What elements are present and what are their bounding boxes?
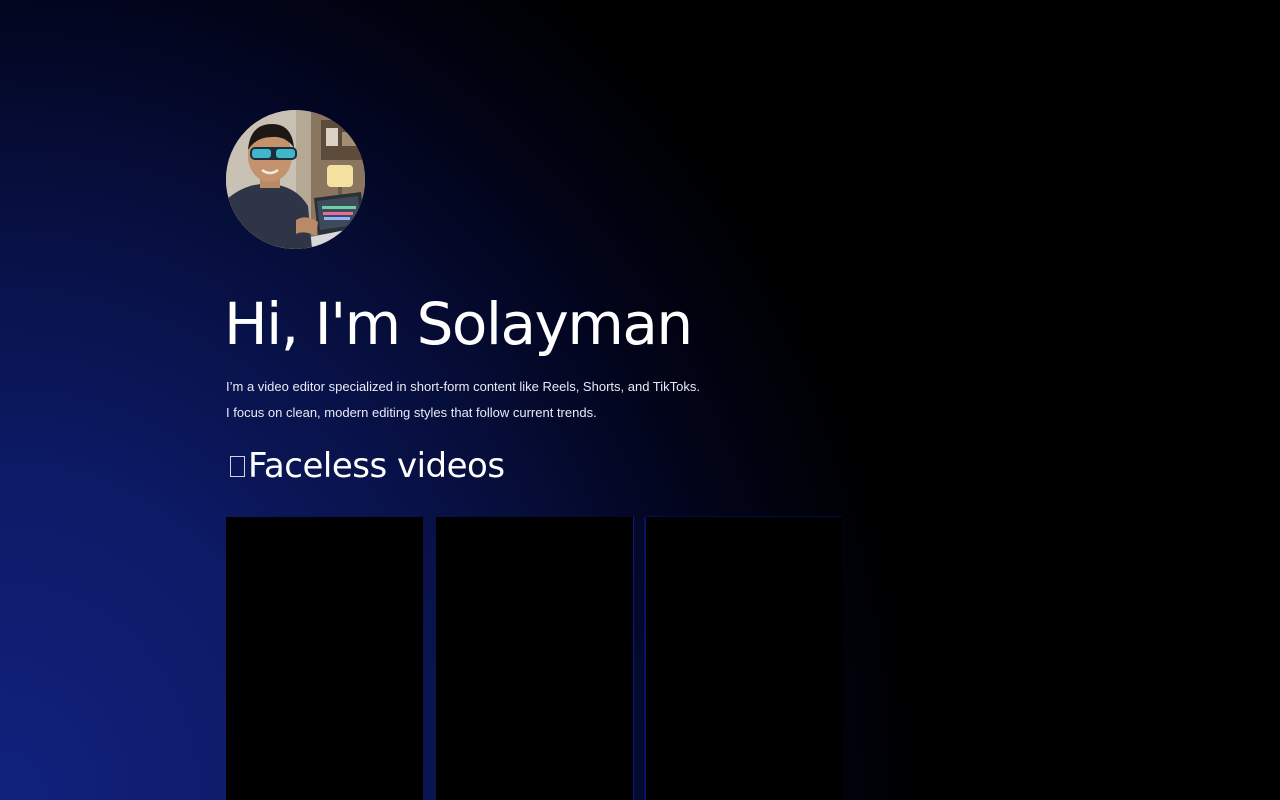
video-player-2[interactable] xyxy=(436,517,633,800)
profile-avatar xyxy=(226,110,365,249)
missing-glyph-icon xyxy=(230,455,245,477)
section-title-text: Faceless videos xyxy=(248,446,505,486)
intro-text: I’m a video editor specialized in short-… xyxy=(226,374,700,426)
video-player-3[interactable] xyxy=(646,517,843,800)
section-title-faceless-videos: Faceless videos xyxy=(226,444,505,488)
avatar-photo xyxy=(226,110,365,249)
video-player-1[interactable] xyxy=(226,517,423,800)
intro-line-1: I’m a video editor specialized in short-… xyxy=(226,379,700,394)
intro-line-2: I focus on clean, modern editing styles … xyxy=(226,405,597,420)
page-title: Hi, I'm Solayman xyxy=(224,290,693,358)
